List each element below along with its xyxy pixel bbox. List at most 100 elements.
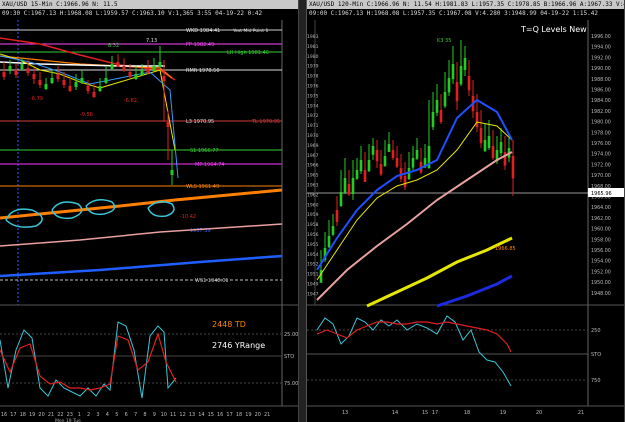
xaxis-tick-label-27: 20 — [255, 412, 261, 418]
r-candle-body-39 — [475, 112, 479, 128]
xaxis-tick-label-12: 5 — [115, 412, 118, 418]
r-left-axis-label-14: 1965 — [307, 173, 319, 179]
r-candle-body-43 — [491, 146, 495, 158]
osc-axis-label-sto: STO — [284, 354, 294, 360]
bar-value-label-2: -6.79 — [30, 96, 43, 102]
r-left-axis-label-10: 1970 — [307, 133, 319, 139]
r-left-axis-label-8: 1972 — [307, 113, 319, 119]
r-osc-axis-label-sto: STO — [591, 352, 601, 358]
level-label-rmr: RMR 1978.50 — [186, 68, 220, 74]
xaxis-tick-label-28: 21 — [264, 412, 270, 418]
candle-body-15 — [92, 92, 96, 97]
chart-15min-canvas[interactable]: WKD 1984.41 Yest Mid Point 1 PP 1982.49 LH … — [0, 0, 299, 422]
r-yaxis-tick-label-6: 1984.00 — [591, 98, 611, 104]
r-candle-body-5 — [339, 192, 343, 207]
r-candle-body-28 — [431, 112, 435, 128]
candle-body-4 — [26, 68, 30, 73]
r-left-axis-label-16: 1962 — [307, 192, 319, 198]
annotation-circle-3 — [147, 201, 175, 218]
r-left-axis-label-25: 1949 — [307, 282, 319, 288]
r-yaxis-tick-label-9: 1978.00 — [591, 130, 611, 136]
r-stoch-red-line — [316, 321, 512, 353]
candle-body-17 — [104, 78, 108, 83]
xaxis-tick-label-16: 9 — [153, 412, 156, 418]
yrange-label: 2746 YRange — [212, 341, 265, 350]
xaxis-tick-label-6: 22 — [57, 412, 63, 418]
r-candle-body-12 — [367, 160, 371, 172]
bar-value-label-0: 7.13 — [146, 38, 157, 44]
xaxis-tick-label-14: 7 — [134, 412, 137, 418]
candle-body-13 — [80, 78, 84, 83]
r-yaxis-tick-label-2: 1992.00 — [591, 55, 611, 61]
r-yaxis-tick-label-19: 1958.00 — [591, 237, 611, 243]
r-xaxis-tick-label-4: 18 — [464, 410, 470, 416]
xaxis-tick-label-21: 14 — [198, 412, 204, 418]
r-yaxis-tick-label-10: 1976.00 — [591, 141, 611, 147]
r-yaxis-tick-label-12: 1972.00 — [591, 162, 611, 168]
r-candle-body-23 — [411, 158, 415, 168]
r-candle-body-21 — [403, 176, 407, 188]
xaxis-tick-label-3: 19 — [29, 412, 35, 418]
r-left-axis-label-1: 1981 — [307, 44, 319, 50]
xaxis-tick-label-19: 12 — [179, 412, 185, 418]
r-candle-body-37 — [467, 76, 471, 91]
candle-body-16 — [98, 86, 102, 91]
r-ma-blue-thick — [436, 274, 513, 308]
level-label-yest-mid: Yest Mid Point 1 — [232, 28, 268, 34]
level-label-pp: PP 1982.49 — [186, 42, 214, 48]
r-left-axis-label-3: 1979 — [307, 64, 319, 70]
chart-watermark: T=Q Levels New — [520, 25, 587, 34]
r-xaxis-tick-label-2: 15 — [422, 410, 428, 416]
r-left-axis-label-6: 1975 — [307, 93, 319, 99]
xaxis-tick-label-10: 3 — [96, 412, 99, 418]
candle-body-27 — [162, 76, 166, 81]
r-yaxis-tick-label-22: 1952.00 — [591, 269, 611, 275]
level-label-tl: TL 1970.95 — [251, 119, 280, 125]
trendline-blue — [0, 254, 283, 278]
chart-15min[interactable]: XAU/USD 15-Min C:1966.96 N: 11.5 09:30 C… — [0, 0, 299, 422]
r-yaxis-tick-label-3: 1990.00 — [591, 66, 611, 72]
candle-body-5 — [32, 74, 36, 79]
osc-axis-label-75: 75.00 — [284, 381, 298, 387]
r-candle-body-32 — [447, 78, 451, 93]
r-left-axis-label-22: 1954 — [307, 252, 319, 258]
r-yaxis-tick-label-8: 1980.00 — [591, 120, 611, 126]
r-yaxis-tick-label-18: 1960.00 — [591, 227, 611, 233]
r-candle-body-34 — [455, 82, 459, 102]
r-yaxis-tick-label-13: 1970.00 — [591, 173, 611, 179]
r-yaxis-tick-label-1: 1994.00 — [591, 45, 611, 51]
level-label-l3: L3 1970.95 — [186, 119, 214, 125]
r-candle-body-45 — [499, 142, 503, 154]
bar-value-label-5: -10.42 — [180, 214, 196, 220]
chart-120min[interactable]: XAU/USD 120-Min C:1966.96 N: 11.54 H:198… — [306, 0, 625, 422]
candle-body-8 — [50, 78, 54, 83]
r-candle-body-14 — [375, 150, 379, 162]
r-candle-body-30 — [439, 110, 443, 122]
level-label-lh: LH High 1981.46 — [227, 50, 269, 56]
r-left-axis-label-4: 1978 — [307, 74, 319, 80]
r-left-axis-label-0: 1983 — [307, 34, 319, 40]
osc-axis-label-25: 25.00 — [284, 332, 298, 338]
r-xaxis-tick-label-6: 20 — [536, 410, 542, 416]
r-candle-body-19 — [395, 158, 399, 167]
chart-120min-canvas[interactable]: T=Q Levels New 1996.00 1994.00 1992.00 1990.… — [307, 0, 625, 422]
trendline-pink — [0, 223, 283, 247]
r-candle-body-13 — [371, 146, 375, 155]
r-left-axis-label-2: 1980 — [307, 54, 319, 60]
candle-body-7 — [44, 84, 48, 89]
xaxis-tick-label-15: 8 — [143, 412, 146, 418]
r-yaxis-tick-label-7: 1982.00 — [591, 109, 611, 115]
candle-body-1 — [8, 66, 12, 71]
level-label-ws1: WS1 1948.01 — [195, 278, 229, 284]
xaxis-tick-label-24: 17 — [226, 412, 232, 418]
xaxis-tick-label-4: 20 — [38, 412, 44, 418]
pane-separator[interactable] — [299, 0, 306, 422]
candle-body-2 — [14, 70, 18, 75]
candle-body-21 — [128, 72, 132, 77]
xaxis-tick-label-11: 4 — [106, 412, 109, 418]
r-candle-body-3 — [331, 226, 335, 235]
r-left-axis-label-23: 1952 — [307, 262, 319, 268]
r-candle-body-36 — [463, 58, 467, 70]
candle-body-26 — [158, 62, 162, 67]
r-yaxis-tick-label-23: 1950.00 — [591, 280, 611, 286]
